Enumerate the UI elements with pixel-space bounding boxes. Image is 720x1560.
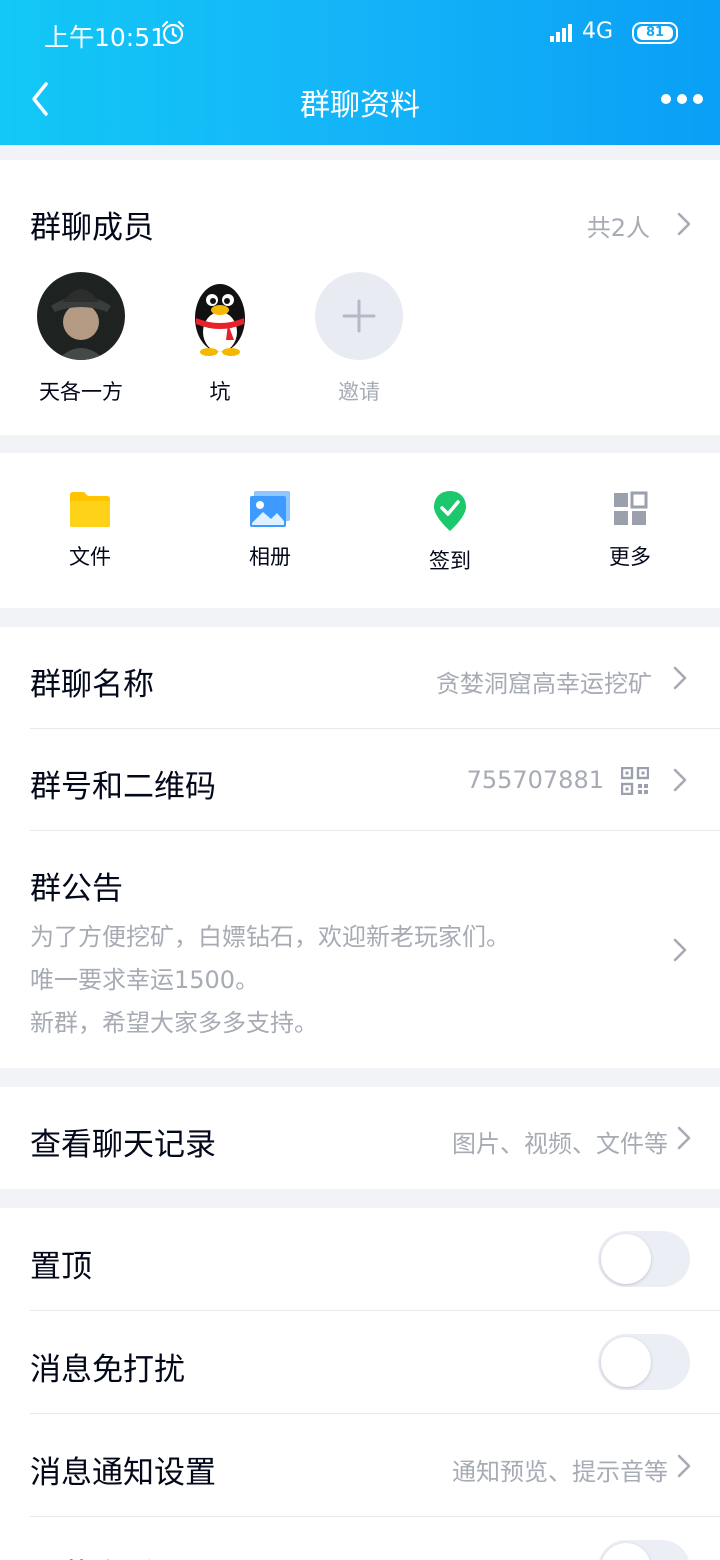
hide-chat-row: 隐藏会话 <box>0 1517 720 1560</box>
group-notice-label: 群公告 <box>30 871 123 907</box>
chevron-right-icon <box>673 938 687 962</box>
album-label: 相册 <box>249 545 291 569</box>
chevron-right-icon <box>677 1454 691 1478</box>
member-avatar-image <box>37 272 125 360</box>
notification-settings-label: 消息通知设置 <box>30 1455 216 1491</box>
notice-line: 新群，希望大家多多支持。 <box>30 1009 318 1037</box>
pin-toggle[interactable] <box>598 1231 690 1287</box>
chevron-right-icon <box>673 666 687 690</box>
member-name: 天各一方 <box>39 380 123 404</box>
hide-chat-label: 隐藏会话 <box>30 1550 154 1560</box>
check-in-label: 签到 <box>429 549 471 573</box>
members-count: 共2人 <box>586 214 650 242</box>
avatar <box>37 272 125 360</box>
chat-history-label: 查看聊天记录 <box>30 1127 216 1163</box>
notice-line: 唯一要求幸运1500。 <box>30 966 260 994</box>
mute-row: 消息免打扰 <box>0 1311 720 1414</box>
group-notice-row[interactable]: 群公告 为了方便挖矿，白嫖钻石，欢迎新老玩家们。 唯一要求幸运1500。 新群，… <box>0 831 720 1068</box>
page-title: 群聊资料 <box>300 88 420 123</box>
invite-label: 邀请 <box>338 380 380 404</box>
member-item[interactable]: 天各一方 <box>16 272 146 406</box>
alarm-icon <box>161 20 185 45</box>
qq-penguin-icon <box>176 272 264 360</box>
group-name-label: 群聊名称 <box>30 667 154 703</box>
chat-history-row[interactable]: 查看聊天记录 图片、视频、文件等 <box>0 1087 720 1189</box>
members-title: 群聊成员 <box>30 210 154 246</box>
chevron-right-icon <box>673 768 687 792</box>
group-name-row[interactable]: 群聊名称 贪婪洞窟高幸运挖矿 <box>0 627 720 729</box>
battery-icon: 81 <box>632 22 678 44</box>
more-tools-label: 更多 <box>609 545 651 569</box>
add-icon <box>315 272 403 360</box>
hide-chat-toggle[interactable] <box>598 1540 690 1560</box>
grid-icon <box>614 491 648 525</box>
group-id-label: 群号和二维码 <box>30 769 216 805</box>
chat-history-value: 图片、视频、文件等 <box>452 1130 668 1158</box>
notice-line: 为了方便挖矿，白嫖钻石，欢迎新老玩家们。 <box>30 923 510 951</box>
files-label: 文件 <box>69 545 111 569</box>
pin-label: 置顶 <box>30 1249 92 1285</box>
mute-toggle[interactable] <box>598 1334 690 1390</box>
avatar <box>176 272 264 360</box>
group-id-value: 755707881 <box>466 766 604 794</box>
more-options-icon[interactable] <box>660 92 704 106</box>
members-header[interactable]: 群聊成员 共2人 <box>0 160 720 270</box>
qr-code-icon <box>621 767 649 795</box>
files-button[interactable]: 文件 <box>30 489 150 571</box>
notification-settings-row[interactable]: 消息通知设置 通知预览、提示音等 <box>0 1414 720 1517</box>
title-bar: 上午10:51 4G 81 群聊资料 <box>0 0 720 145</box>
notification-settings-value: 通知预览、提示音等 <box>452 1458 668 1486</box>
check-in-icon <box>434 491 466 531</box>
members-section: 群聊成员 共2人 天各一方 坑 邀请 <box>0 160 720 435</box>
album-icon <box>250 491 290 527</box>
more-tools-button[interactable]: 更多 <box>570 489 690 571</box>
status-time: 上午10:51 <box>44 23 167 52</box>
album-button[interactable]: 相册 <box>210 489 330 571</box>
invite-button[interactable]: 邀请 <box>294 272 424 406</box>
chevron-right-icon <box>677 212 691 236</box>
mute-label: 消息免打扰 <box>30 1352 185 1388</box>
member-item[interactable]: 坑 <box>155 272 285 406</box>
signal-icon <box>550 24 572 42</box>
network-label: 4G <box>582 19 614 44</box>
chevron-right-icon <box>677 1126 691 1150</box>
battery-level: 81 <box>637 26 673 40</box>
member-name: 坑 <box>209 380 231 404</box>
group-name-value: 贪婪洞窟高幸运挖矿 <box>436 670 652 698</box>
pin-row: 置顶 <box>0 1208 720 1311</box>
check-in-button[interactable]: 签到 <box>390 489 510 575</box>
folder-icon <box>70 492 110 527</box>
tools-section: 文件 相册 签到 更多 <box>0 453 720 608</box>
group-id-row[interactable]: 群号和二维码 755707881 <box>0 729 720 831</box>
